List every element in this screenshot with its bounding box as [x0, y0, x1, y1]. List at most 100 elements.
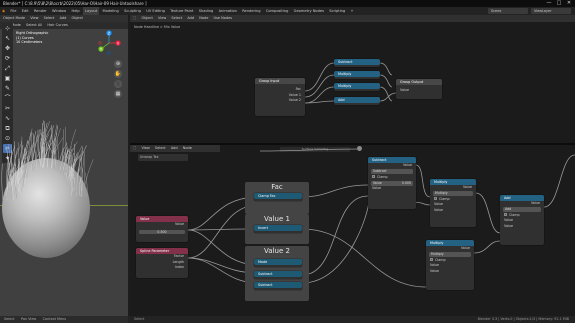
node-subtract-a[interactable]: Subtract — [254, 271, 302, 279]
group-input-node[interactable]: Group Input Fac Value 1 Value 2 — [255, 78, 305, 116]
multiply-node-a[interactable]: Multiply Value Multiply Clamp Value Valu… — [430, 179, 476, 227]
pan-icon[interactable]: ✋ — [114, 70, 122, 78]
multiply-node-b-clamp-checkbox[interactable] — [430, 258, 433, 262]
spline-parameter-node[interactable]: Spline Parameter Factor Length Index — [136, 248, 188, 278]
tab-layout[interactable]: Layout — [82, 7, 100, 15]
add-node-output: Value — [530, 201, 540, 205]
hair-curves — [1, 120, 94, 201]
gizmo-neg-x-icon — [98, 41, 102, 45]
menu-window[interactable]: Window — [50, 7, 68, 15]
add-workspace-button[interactable]: + — [349, 7, 356, 15]
tab-animation[interactable]: Animation — [217, 7, 239, 15]
menu-render[interactable]: Render — [32, 7, 49, 15]
multiply-node-b-input2: Value — [430, 268, 440, 273]
view-name: Right Orthographic — [16, 31, 49, 35]
tab-shading[interactable]: Shading — [197, 7, 216, 15]
node-invert[interactable]: Invert — [254, 225, 302, 233]
menu-select[interactable]: Select — [44, 16, 55, 20]
mini-node-multiply-2[interactable]: Multiply — [334, 83, 380, 91]
title-bar: Blender* [ C:\8.9\5\8\2\8\ocrb\2022\05\H… — [0, 0, 575, 7]
move-tool-icon[interactable]: ✥ — [3, 44, 12, 53]
mini-node-subtract[interactable]: Subtract — [334, 59, 380, 67]
add-node-input2: Value — [504, 223, 514, 228]
node-editor-bottom[interactable]: ⬚ View Select Add Node Unwrap Tex Surfac… — [130, 145, 575, 316]
viewport-info: Right Orthographic (1) Curves 10 Centime… — [16, 31, 48, 45]
cursor-tool-icon[interactable]: ⊹ — [3, 24, 12, 33]
measure-tool-icon[interactable]: ⌒ — [3, 94, 12, 103]
tab-scripting[interactable]: Scripting — [327, 7, 347, 15]
navigation-gizmo[interactable]: X Z Y — [96, 30, 122, 56]
mini-node-add[interactable]: Add — [334, 97, 380, 105]
scale-label: 10 Centimeters — [16, 40, 43, 44]
node-subtract-a-title: Subtract — [254, 271, 302, 277]
group-output-node[interactable]: Group Output Value — [396, 79, 442, 99]
add-node[interactable]: Add Value Add Clamp Value Value — [500, 195, 544, 245]
subtract-node-operation[interactable]: Subtract — [371, 169, 413, 174]
transform-tool-icon[interactable]: ▣ — [3, 74, 12, 83]
window-title: Blender* [ C:\8.9\5\8\2\8\ocrb\2022\05\H… — [3, 1, 147, 6]
status-bar: Select Blender 3.3 | Verts:0 | Objects:1… — [128, 316, 575, 323]
node-editor-top[interactable]: ⬚ Object View Select Add Node Use Nodes … — [130, 15, 575, 143]
scale-tool-icon[interactable]: ⤢ — [3, 64, 12, 73]
frame-value-2-label: Value 2 — [264, 247, 290, 255]
blender-logo-icon[interactable]: ◉ — [0, 7, 7, 15]
subtract-node-input1[interactable]: Value 0.000 — [371, 180, 413, 186]
multiply-node-a-clamp-checkbox[interactable] — [434, 197, 437, 201]
reroute-point[interactable] — [357, 146, 362, 151]
node-subtract-b[interactable]: Subtract — [254, 282, 302, 290]
multiply-node-b-output: Value — [460, 246, 470, 250]
mini-node-multiply[interactable]: Multiply — [334, 71, 380, 79]
viewport-footer: Select Pan View Context Menu — [0, 316, 128, 323]
group-output-title: Group Output — [396, 79, 442, 85]
tab-texture-paint[interactable]: Texture Paint — [168, 7, 195, 15]
multiply-node-a-input2: Value — [434, 207, 444, 212]
status-right: Blender 3.3 | Verts:0 | Objects:1/3 | Me… — [477, 317, 569, 321]
camera-icon[interactable]: 🎥 — [114, 80, 122, 88]
add-node-clamp-checkbox[interactable] — [504, 213, 507, 217]
hair-curves-label[interactable]: Hair Curves — [47, 23, 67, 27]
subtract-node-clamp[interactable]: Clamp — [368, 175, 416, 181]
node-links-top — [304, 62, 397, 104]
subtract-node-input1-value: 0.000 — [401, 180, 411, 185]
subtract-node[interactable]: Subtract Value Subtract Clamp Value 0.000… — [368, 157, 416, 209]
menu-add[interactable]: Add — [60, 16, 67, 20]
tab-uv-editing[interactable]: UV Editing — [144, 7, 167, 15]
menu-file[interactable]: File — [8, 7, 18, 15]
gizmo-neg-z-icon — [107, 51, 111, 55]
menu-view[interactable]: View — [30, 16, 38, 20]
tab-modeling[interactable]: Modeling — [100, 7, 120, 15]
tab-rendering[interactable]: Rendering — [240, 7, 262, 15]
rotate-tool-icon[interactable]: ⟳ — [3, 54, 12, 63]
tab-sculpting[interactable]: Sculpting — [122, 7, 143, 15]
select-all-button[interactable]: Select All — [26, 23, 42, 27]
node-clamp-fac[interactable]: Clamp Fac — [254, 193, 302, 201]
node-mode[interactable]: Mode — [254, 259, 302, 267]
select-tool-icon[interactable]: ↖ — [3, 34, 12, 43]
minimize-button[interactable]: — — [544, 0, 554, 7]
multiply-node-b[interactable]: Multiply Value Multiply Clamp Value Valu… — [426, 240, 474, 290]
annotate-tool-icon[interactable]: ✎ — [3, 84, 12, 93]
maximize-button[interactable]: □ — [554, 0, 564, 7]
subtract-node-clamp-label: Clamp — [377, 174, 388, 179]
tab-geometry-nodes[interactable]: Geometry Nodes — [292, 7, 326, 15]
spline-parameter-index: Index — [174, 265, 184, 269]
menu-edit[interactable]: Edit — [20, 7, 31, 15]
mode-selector[interactable]: Object Mode — [3, 16, 25, 20]
subtract-node-clamp-checkbox[interactable] — [372, 175, 375, 179]
menu-object[interactable]: Object — [71, 16, 82, 20]
multiply-node-a-operation[interactable]: Multiply — [433, 191, 473, 196]
hair-strand — [1, 163, 4, 201]
value-node[interactable]: Value Value 0.500 — [136, 216, 188, 242]
node-mode-title: Mode — [254, 259, 302, 265]
add-node-operation[interactable]: Add — [503, 207, 541, 212]
grid-icon[interactable]: ▦ — [114, 90, 122, 98]
multiply-node-b-operation[interactable]: Multiply — [429, 252, 471, 257]
tab-compositing[interactable]: Compositing — [264, 7, 291, 15]
multiply-node-a-clamp-label: Clamp — [439, 196, 450, 201]
close-button[interactable]: ✕ — [564, 0, 574, 7]
scene-selector[interactable]: Scene — [488, 8, 528, 14]
value-node-field[interactable]: 0.500 — [139, 229, 185, 235]
menu-help[interactable]: Help — [70, 7, 82, 15]
view-layer-selector[interactable]: ViewLayer — [531, 8, 571, 14]
zoom-icon[interactable]: ⊕ — [114, 60, 122, 68]
